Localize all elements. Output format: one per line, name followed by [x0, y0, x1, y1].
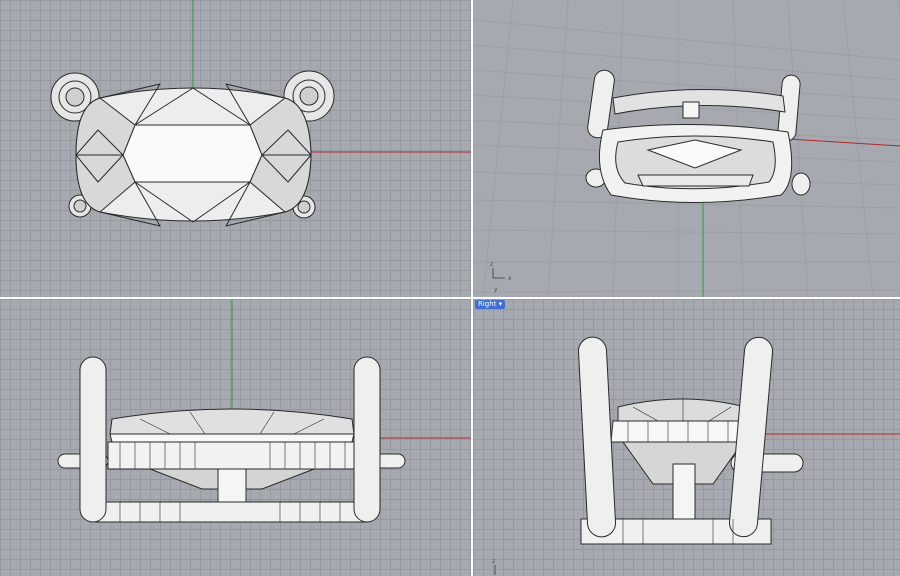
ring-setting-right	[577, 336, 804, 545]
viewport-tab-right[interactable]: Right ▾	[475, 300, 506, 309]
axis-triad-perspective: z x y	[490, 261, 512, 293]
perspective-view-canvas: z x y	[473, 0, 900, 297]
axis-triad-right: z	[492, 558, 496, 575]
front-view-canvas	[57, 299, 471, 523]
gemstone-top	[75, 83, 312, 227]
top-view-canvas	[50, 0, 471, 227]
right-view-canvas: z	[492, 336, 900, 575]
svg-text:x: x	[508, 275, 512, 282]
svg-text:z: z	[492, 558, 495, 565]
viewport-front[interactable]	[0, 299, 471, 576]
svg-text:y: y	[494, 286, 498, 293]
svg-text:z: z	[490, 261, 493, 268]
viewport-perspective[interactable]: z x y	[473, 0, 900, 297]
viewport-right[interactable]: z Right ▾	[473, 299, 900, 576]
viewport-top[interactable]	[0, 0, 471, 297]
